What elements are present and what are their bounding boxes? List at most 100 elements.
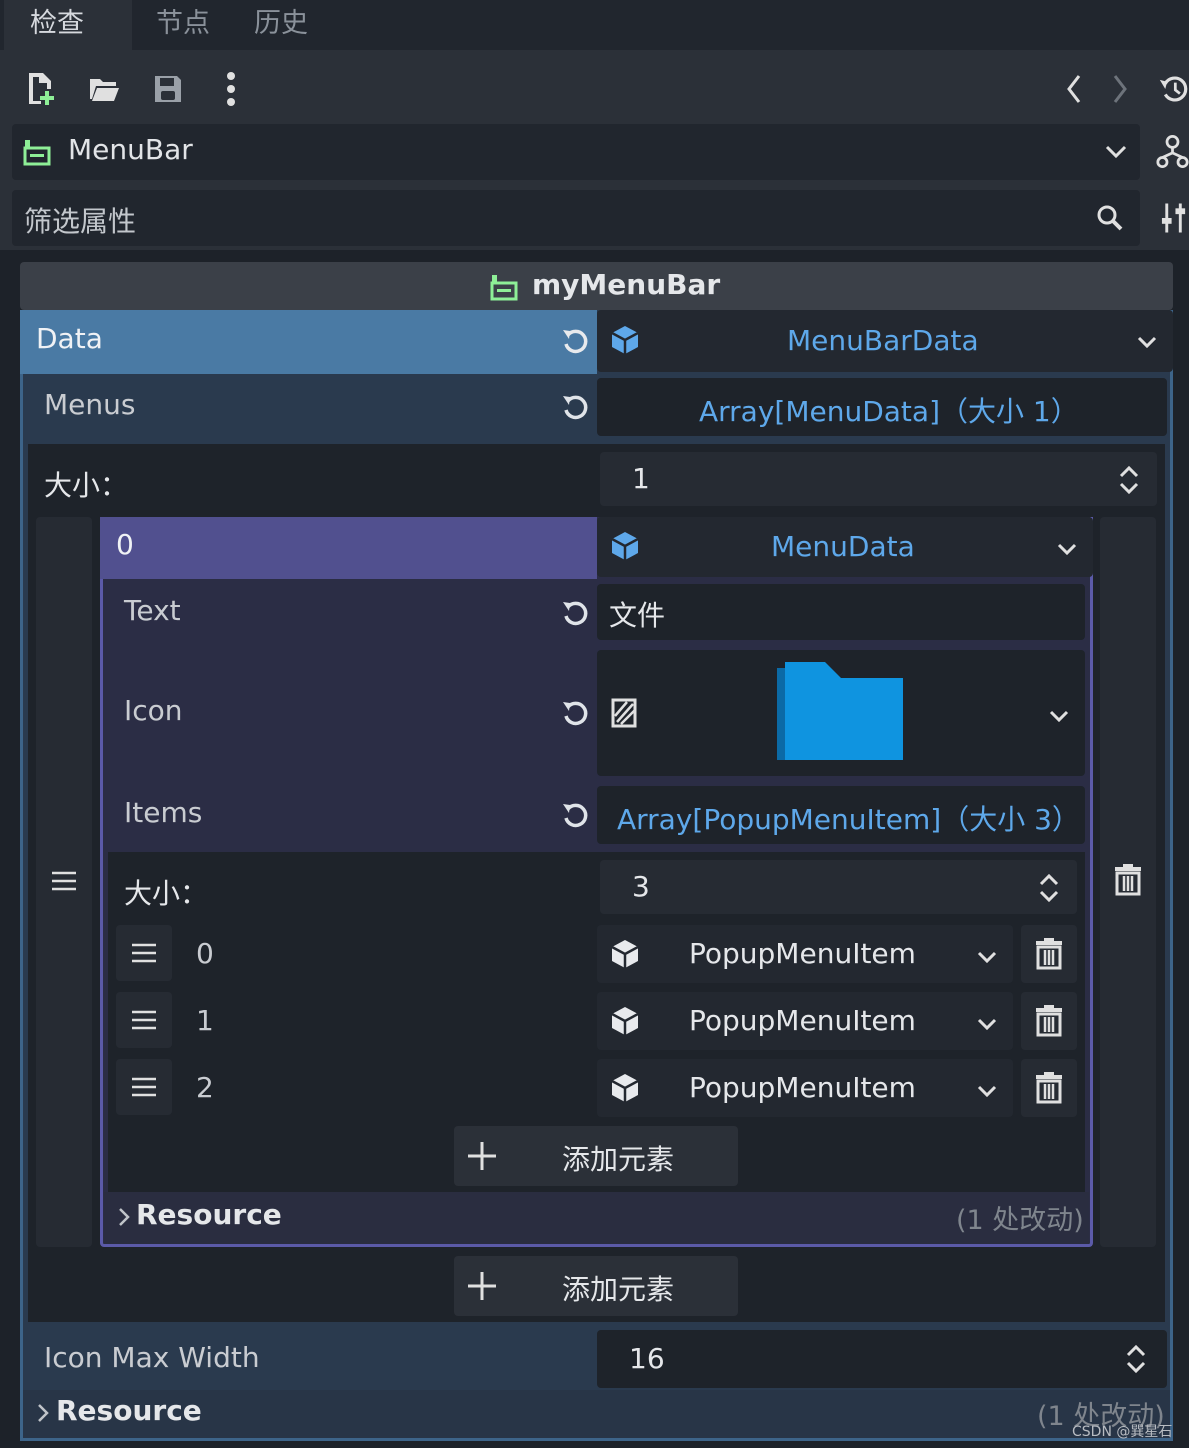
item-resource-picker[interactable]: PopupMenuItem	[597, 925, 1013, 983]
item-delete-button[interactable]	[1021, 925, 1077, 983]
property-label: Data	[36, 322, 103, 355]
trash-icon[interactable]	[1112, 863, 1144, 897]
add-element-label: 添加元素	[562, 1273, 675, 1306]
resource-cube-icon	[609, 1071, 641, 1105]
save-icon[interactable]	[150, 72, 186, 106]
item-index: 1	[196, 1004, 214, 1037]
chevron-right-icon	[35, 1402, 51, 1424]
size-label: 大小：	[44, 469, 129, 502]
search-icon	[1094, 202, 1126, 234]
text-value: 文件	[609, 599, 666, 632]
menus-array-button[interactable]: Array[MenuData]（大小 1）	[597, 378, 1167, 436]
data-value: MenuBarData	[787, 324, 979, 357]
drag-handle-icon[interactable]	[130, 939, 158, 967]
more-options-icon[interactable]	[216, 70, 246, 108]
filter-input[interactable]: 筛选属性	[24, 200, 136, 240]
item-type: PopupMenuItem	[689, 1004, 916, 1037]
add-element-label: 添加元素	[562, 1143, 675, 1176]
history-forward-icon[interactable]	[1106, 72, 1134, 106]
property-data[interactable]: Data	[20, 310, 597, 374]
menus-size-spinbox[interactable]: 1	[600, 452, 1157, 506]
chevron-down-icon	[975, 1079, 999, 1103]
revert-icon[interactable]	[558, 596, 592, 630]
object-header: myMenuBar	[20, 262, 1173, 310]
menudata-resource-group[interactable]: Resource (1 处改动)	[104, 1192, 1089, 1244]
property-label: Menus	[44, 388, 136, 421]
texture-icon	[609, 696, 641, 730]
node-selector[interactable]: MenuBar	[12, 124, 1140, 180]
chevron-down-icon	[1135, 330, 1159, 354]
item-type: PopupMenuItem	[689, 1071, 916, 1104]
item-drag-handle[interactable]	[116, 925, 172, 981]
item-resource-picker[interactable]: PopupMenuItem	[597, 1059, 1013, 1117]
resource-group-label: Resource	[56, 1394, 202, 1427]
item-resource-picker[interactable]: PopupMenuItem	[597, 992, 1013, 1050]
element-index: 0	[116, 528, 134, 561]
items-array-button[interactable]: Array[PopupMenuItem]（大小 3）	[597, 786, 1085, 844]
property-tools-icon[interactable]	[1160, 198, 1189, 238]
item-drag-handle[interactable]	[116, 1059, 172, 1115]
resource-cube-icon	[609, 324, 641, 356]
revert-icon[interactable]	[558, 798, 592, 832]
menus-add-element-button[interactable]: 添加元素	[454, 1256, 738, 1316]
filter-properties-field[interactable]: 筛选属性	[12, 190, 1140, 246]
trash-icon[interactable]	[1033, 1071, 1065, 1105]
menubar-node-icon	[20, 136, 54, 168]
changes-count: (1 处改动)	[956, 1205, 1084, 1236]
tab-history[interactable]: 历史	[228, 0, 334, 50]
resource-group-label: Resource	[136, 1198, 282, 1231]
up-down-arrows-icon[interactable]	[1121, 1343, 1151, 1375]
object-history-icon[interactable]	[1158, 72, 1189, 106]
drag-handle-icon[interactable]	[130, 1006, 158, 1034]
item-index: 0	[196, 937, 214, 970]
size-label: 大小：	[124, 877, 209, 910]
drag-handle-icon[interactable]	[130, 1073, 158, 1101]
item-delete-button[interactable]	[1021, 992, 1077, 1050]
revert-icon[interactable]	[558, 390, 592, 424]
chevron-down-icon	[1047, 704, 1071, 728]
trash-icon[interactable]	[1033, 937, 1065, 971]
item-drag-handle[interactable]	[116, 992, 172, 1048]
text-field[interactable]: 文件	[597, 584, 1085, 640]
watermark-text: CSDN @巽星石	[1072, 1424, 1173, 1440]
items-add-element-button[interactable]: 添加元素	[454, 1126, 738, 1186]
items-size-spinbox[interactable]: 3	[600, 860, 1077, 914]
menu-element-drag-handle[interactable]	[36, 517, 92, 1247]
size-value: 3	[632, 870, 650, 903]
up-down-arrows-icon[interactable]	[1034, 872, 1064, 904]
open-folder-icon[interactable]	[86, 72, 122, 106]
item-delete-button[interactable]	[1021, 1059, 1077, 1117]
history-back-icon[interactable]	[1060, 72, 1088, 106]
node-name: MenuBar	[68, 133, 193, 166]
node-tree-icon[interactable]	[1156, 132, 1189, 172]
menudata-resource-picker[interactable]: MenuData	[597, 517, 1093, 577]
trash-icon[interactable]	[1033, 1004, 1065, 1038]
icon-max-width-spinbox[interactable]: 16	[597, 1330, 1167, 1388]
chevron-down-icon	[1055, 537, 1079, 561]
items-value: Array[PopupMenuItem]（大小 3）	[617, 803, 1080, 836]
chevron-down-icon	[975, 1012, 999, 1036]
menu-element-delete-column	[1100, 517, 1156, 1247]
revert-icon[interactable]	[558, 696, 592, 730]
tab-node[interactable]: 节点	[130, 0, 236, 50]
property-menus: Menus	[26, 376, 592, 440]
resource-cube-icon	[609, 1004, 641, 1038]
drag-handle-icon[interactable]	[50, 867, 78, 895]
menu-element-index: 0	[100, 517, 597, 579]
chevron-down-icon	[975, 945, 999, 969]
chevron-down-icon	[1104, 140, 1128, 164]
menus-value: Array[MenuData]（大小 1）	[699, 395, 1079, 428]
menubardata-resource-group[interactable]: Resource (1 处改动)	[23, 1390, 1170, 1438]
data-resource-picker[interactable]: MenuBarData	[597, 310, 1173, 372]
new-resource-icon[interactable]	[24, 70, 58, 106]
up-down-arrows-icon[interactable]	[1114, 464, 1144, 496]
icon-max-width-value: 16	[629, 1342, 665, 1375]
item-index: 2	[196, 1071, 214, 1104]
revert-icon[interactable]	[558, 324, 592, 358]
tab-inspector[interactable]: 检查器	[4, 0, 132, 87]
item-type: PopupMenuItem	[689, 937, 916, 970]
property-icon-max-width-label: Icon Max Width	[44, 1341, 260, 1374]
chevron-right-icon	[116, 1206, 132, 1228]
icon-texture-picker[interactable]	[597, 650, 1085, 776]
resource-cube-icon	[609, 937, 641, 971]
